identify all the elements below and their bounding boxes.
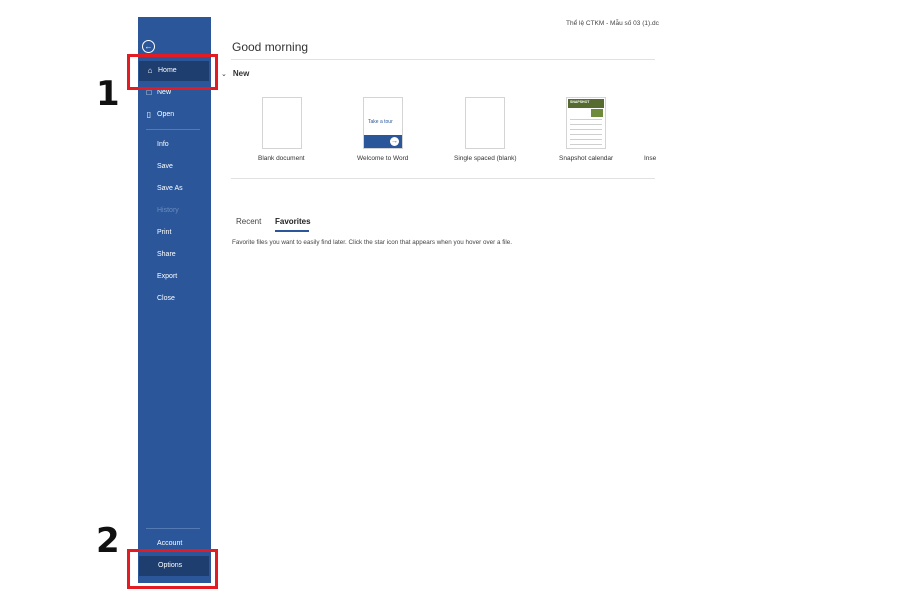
template-label: Snapshot calendar [559, 155, 614, 162]
sidebar-item-save-as[interactable]: Save As [138, 179, 211, 199]
tab-recent[interactable]: Recent [236, 217, 261, 226]
template-snapshot-calendar[interactable]: SNAPSHOT [566, 97, 606, 149]
arrow-right-icon: → [390, 137, 399, 146]
sidebar-item-label: Share [157, 251, 176, 258]
sidebar-item-label: New [157, 89, 172, 96]
sidebar-item-print[interactable]: Print [138, 223, 211, 243]
tab-active-indicator [275, 230, 309, 232]
back-arrow-icon[interactable]: ← [142, 40, 155, 53]
sidebar-item-export[interactable]: Export [138, 267, 211, 287]
sidebar-item-info[interactable]: Info [138, 135, 211, 155]
sidebar-divider [146, 528, 200, 529]
tab-favorites[interactable]: Favorites [275, 217, 311, 226]
calendar-grid [570, 119, 602, 145]
folder-open-icon: ▯ [146, 110, 152, 119]
sidebar-item-open[interactable]: ▯ Open [138, 105, 211, 125]
calendar-header-text: SNAPSHOT [570, 100, 590, 104]
template-welcome-to-word[interactable]: Take a tour → [363, 97, 403, 149]
divider [231, 178, 655, 179]
chevron-down-icon: ⌄ [221, 71, 227, 78]
divider [231, 59, 655, 60]
calendar-photo [591, 109, 603, 117]
new-section-header[interactable]: ⌄ New [221, 69, 249, 78]
calendar-header: SNAPSHOT [568, 99, 604, 108]
sidebar-item-label: Save As [157, 185, 183, 192]
sidebar-item-label: Close [157, 295, 175, 302]
sidebar-item-label: Export [157, 273, 178, 280]
sidebar-item-label: Account [157, 540, 183, 547]
document-title: Thể lệ CTKM - Mẫu số 03 (1).dc [566, 20, 659, 27]
sidebar-item-label: Open [157, 111, 175, 118]
template-blank-document[interactable] [262, 97, 302, 149]
tour-banner: → [364, 135, 402, 148]
backstage-sidebar: ← ⌂ Home □ New ▯ Open Info Save Save As … [138, 17, 211, 583]
sidebar-item-label: Print [157, 229, 172, 236]
favorites-empty-message: Favorite files you want to easily find l… [232, 239, 513, 246]
template-label: Blank document [258, 155, 305, 162]
sidebar-item-label: History [157, 207, 179, 214]
sidebar-item-share[interactable]: Share [138, 245, 211, 265]
template-label: Inse [644, 155, 657, 162]
sidebar-item-label: Save [157, 163, 173, 170]
template-thumb-text: Take a tour [368, 119, 393, 125]
callout-number-2: 2 [96, 521, 120, 561]
sidebar-divider [146, 129, 200, 130]
template-label: Single spaced (blank) [454, 155, 517, 162]
sidebar-item-history: History [138, 201, 211, 221]
sidebar-item-close[interactable]: Close [138, 289, 211, 309]
template-label: Welcome to Word [357, 155, 409, 162]
sidebar-item-label: Info [157, 141, 169, 148]
callout-box-home [127, 54, 218, 90]
callout-box-options [127, 549, 218, 589]
page-title: Good morning [232, 40, 309, 54]
callout-number-1: 1 [96, 74, 120, 114]
sidebar-item-save[interactable]: Save [138, 157, 211, 177]
template-single-spaced[interactable] [465, 97, 505, 149]
new-section-title: New [232, 69, 250, 78]
